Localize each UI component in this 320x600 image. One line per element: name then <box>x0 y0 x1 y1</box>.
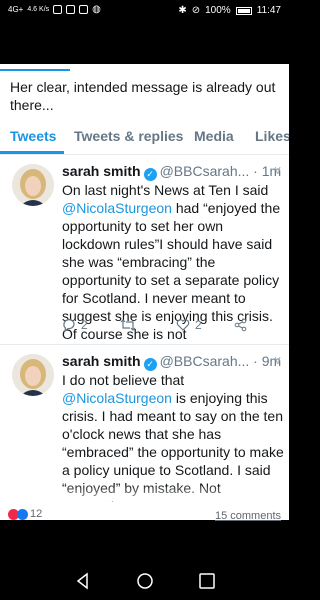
accent-line <box>0 69 70 71</box>
reactions[interactable]: 12 <box>8 508 42 520</box>
status-right: ✱ ⊘ 100% 11:47 <box>178 5 281 16</box>
reply-button[interactable]: 2 <box>62 318 88 332</box>
top-dark-area <box>0 24 289 64</box>
avatar[interactable] <box>12 354 54 396</box>
wifi-icon: ◍ <box>92 4 101 15</box>
tab-media[interactable]: Media <box>194 128 234 144</box>
active-tab-indicator <box>0 151 64 154</box>
author-handle[interactable]: @BBCsarah... <box>160 163 250 179</box>
verified-badge-icon: ✓ <box>143 168 157 181</box>
network-speed: 4.6 K/s <box>27 6 50 13</box>
tweet-text-part: I do not believe that <box>62 372 185 388</box>
heart-icon <box>176 319 190 331</box>
retweet-icon <box>120 319 136 331</box>
author-name[interactable]: sarah smith <box>62 353 141 369</box>
signal-indicator: 4G+ <box>8 4 24 14</box>
profile-bio: Her clear, intended message is already o… <box>10 79 276 113</box>
recents-icon[interactable] <box>196 570 218 592</box>
tweet-actions: 2 2 <box>62 318 262 334</box>
instagram-icon <box>79 5 89 14</box>
post-footer: 12 15 comments <box>0 502 289 522</box>
bluetooth-icon: ✱ <box>178 5 187 16</box>
clock: 11:47 <box>256 5 281 16</box>
retweet-button[interactable] <box>120 318 136 332</box>
tweet-header: sarah smith ✓ @BBCsarah... · 9m ∨ <box>62 353 284 373</box>
notification-icon <box>53 5 63 14</box>
like-reaction-icon <box>17 508 28 520</box>
tab-tweets[interactable]: Tweets <box>10 128 56 144</box>
reply-count: 2 <box>81 318 88 332</box>
navigation-bar <box>0 560 289 600</box>
profile-tabs: Tweets Tweets & replies Media Likes <box>0 122 289 155</box>
back-icon[interactable] <box>72 570 94 592</box>
battery-percent: 100% <box>205 5 231 16</box>
like-count: 2 <box>195 318 202 332</box>
tweet-header: sarah smith ✓ @BBCsarah... · 1m ∨ <box>62 163 284 183</box>
verified-badge-icon: ✓ <box>143 358 157 371</box>
facebook-icon <box>66 5 76 14</box>
home-icon[interactable] <box>134 570 156 592</box>
like-button[interactable]: 2 <box>176 318 202 332</box>
tweet-text-part: On last night's News at Ten I said <box>62 182 269 198</box>
share-button[interactable] <box>234 318 248 332</box>
mention-link[interactable]: @NicolaSturgeon <box>62 390 172 406</box>
tab-tweets-and-replies[interactable]: Tweets & replies <box>74 128 183 144</box>
battery-icon <box>235 6 252 15</box>
status-left: 4G+ 4.6 K/s ◍ <box>8 4 101 15</box>
share-icon <box>234 318 247 332</box>
comments-link[interactable]: 15 comments <box>215 510 281 522</box>
reaction-count: 12 <box>30 508 43 520</box>
mute-icon: ⊘ <box>191 5 201 16</box>
author-name[interactable]: sarah smith <box>62 163 141 179</box>
author-handle[interactable]: @BBCsarah... <box>160 353 250 369</box>
chevron-down-icon[interactable]: ∨ <box>273 353 282 367</box>
chevron-down-icon[interactable]: ∨ <box>273 163 282 177</box>
mention-link[interactable]: @NicolaSturgeon <box>62 200 172 216</box>
tab-likes[interactable]: Likes <box>255 128 289 144</box>
avatar[interactable] <box>12 164 54 206</box>
twitter-profile-screenshot: Her clear, intended message is already o… <box>0 64 289 520</box>
tweet[interactable]: sarah smith ✓ @BBCsarah... · 1m ∨ On last … <box>0 156 289 345</box>
reply-icon <box>63 319 75 332</box>
status-bar: 4G+ 4.6 K/s ◍ ✱ ⊘ 100% 11:47 <box>0 0 289 24</box>
